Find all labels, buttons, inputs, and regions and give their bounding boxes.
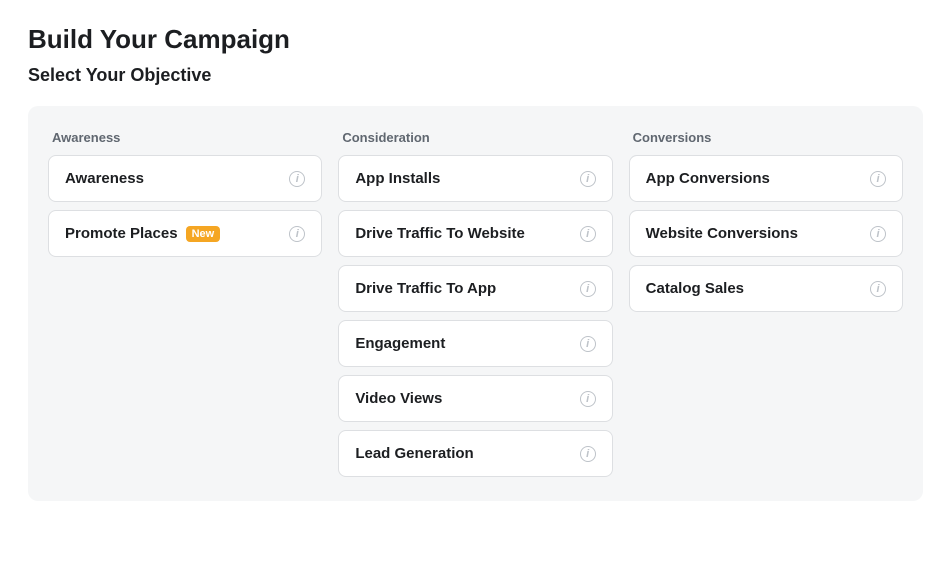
card-left-drive-traffic-app: Drive Traffic To App bbox=[355, 280, 496, 297]
columns-layout: Awareness Awareness i Promote Places New i Con… bbox=[48, 130, 903, 477]
info-icon-website-conversions[interactable]: i bbox=[870, 226, 886, 242]
card-label-website-conversions: Website Conversions bbox=[646, 225, 798, 242]
option-card-promote-places[interactable]: Promote Places New i bbox=[48, 210, 322, 257]
campaign-container: Awareness Awareness i Promote Places New i Con… bbox=[28, 106, 923, 501]
column-conversions: ConversionsApp ConversionsiWebsite Conve… bbox=[629, 130, 903, 312]
option-card-website-conversions[interactable]: Website Conversions i bbox=[629, 210, 903, 257]
card-left-website-conversions: Website Conversions bbox=[646, 225, 798, 242]
option-card-app-installs[interactable]: App Installs i bbox=[338, 155, 612, 202]
option-card-video-views[interactable]: Video Views i bbox=[338, 375, 612, 422]
option-card-drive-traffic-website[interactable]: Drive Traffic To Website i bbox=[338, 210, 612, 257]
card-label-app-conversions: App Conversions bbox=[646, 170, 770, 187]
info-icon-catalog-sales[interactable]: i bbox=[870, 281, 886, 297]
card-label-video-views: Video Views bbox=[355, 390, 442, 407]
card-left-video-views: Video Views bbox=[355, 390, 442, 407]
column-title-awareness: Awareness bbox=[48, 130, 322, 145]
card-label-drive-traffic-app: Drive Traffic To App bbox=[355, 280, 496, 297]
info-icon-video-views[interactable]: i bbox=[580, 391, 596, 407]
info-icon-lead-generation[interactable]: i bbox=[580, 446, 596, 462]
new-badge-promote-places: New bbox=[186, 226, 221, 242]
card-label-app-installs: App Installs bbox=[355, 170, 440, 187]
info-icon-awareness[interactable]: i bbox=[289, 171, 305, 187]
card-left-catalog-sales: Catalog Sales bbox=[646, 280, 744, 297]
option-card-drive-traffic-app[interactable]: Drive Traffic To App i bbox=[338, 265, 612, 312]
info-icon-app-installs[interactable]: i bbox=[580, 171, 596, 187]
card-label-awareness: Awareness bbox=[65, 170, 144, 187]
card-left-drive-traffic-website: Drive Traffic To Website bbox=[355, 225, 525, 242]
card-left-lead-generation: Lead Generation bbox=[355, 445, 473, 462]
page-subtitle: Select Your Objective bbox=[28, 65, 923, 86]
option-card-engagement[interactable]: Engagement i bbox=[338, 320, 612, 367]
info-icon-promote-places[interactable]: i bbox=[289, 226, 305, 242]
option-card-lead-generation[interactable]: Lead Generation i bbox=[338, 430, 612, 477]
card-label-engagement: Engagement bbox=[355, 335, 445, 352]
card-label-lead-generation: Lead Generation bbox=[355, 445, 473, 462]
info-icon-drive-traffic-app[interactable]: i bbox=[580, 281, 596, 297]
card-label-catalog-sales: Catalog Sales bbox=[646, 280, 744, 297]
card-left-app-installs: App Installs bbox=[355, 170, 440, 187]
card-label-promote-places: Promote Places bbox=[65, 225, 178, 242]
option-card-app-conversions[interactable]: App Conversions i bbox=[629, 155, 903, 202]
option-card-awareness[interactable]: Awareness i bbox=[48, 155, 322, 202]
page-title: Build Your Campaign bbox=[28, 24, 923, 55]
column-awareness: Awareness Awareness i Promote Places New i bbox=[48, 130, 322, 257]
card-left-engagement: Engagement bbox=[355, 335, 445, 352]
card-left-promote-places: Promote Places New bbox=[65, 225, 220, 242]
info-icon-engagement[interactable]: i bbox=[580, 336, 596, 352]
card-left-app-conversions: App Conversions bbox=[646, 170, 770, 187]
info-icon-app-conversions[interactable]: i bbox=[870, 171, 886, 187]
option-card-catalog-sales[interactable]: Catalog Sales i bbox=[629, 265, 903, 312]
column-consideration: ConsiderationApp InstallsiDrive Traffic … bbox=[338, 130, 612, 477]
info-icon-drive-traffic-website[interactable]: i bbox=[580, 226, 596, 242]
card-left-awareness: Awareness bbox=[65, 170, 144, 187]
card-label-drive-traffic-website: Drive Traffic To Website bbox=[355, 225, 525, 242]
column-title-conversions: Conversions bbox=[629, 130, 903, 145]
column-title-consideration: Consideration bbox=[338, 130, 612, 145]
